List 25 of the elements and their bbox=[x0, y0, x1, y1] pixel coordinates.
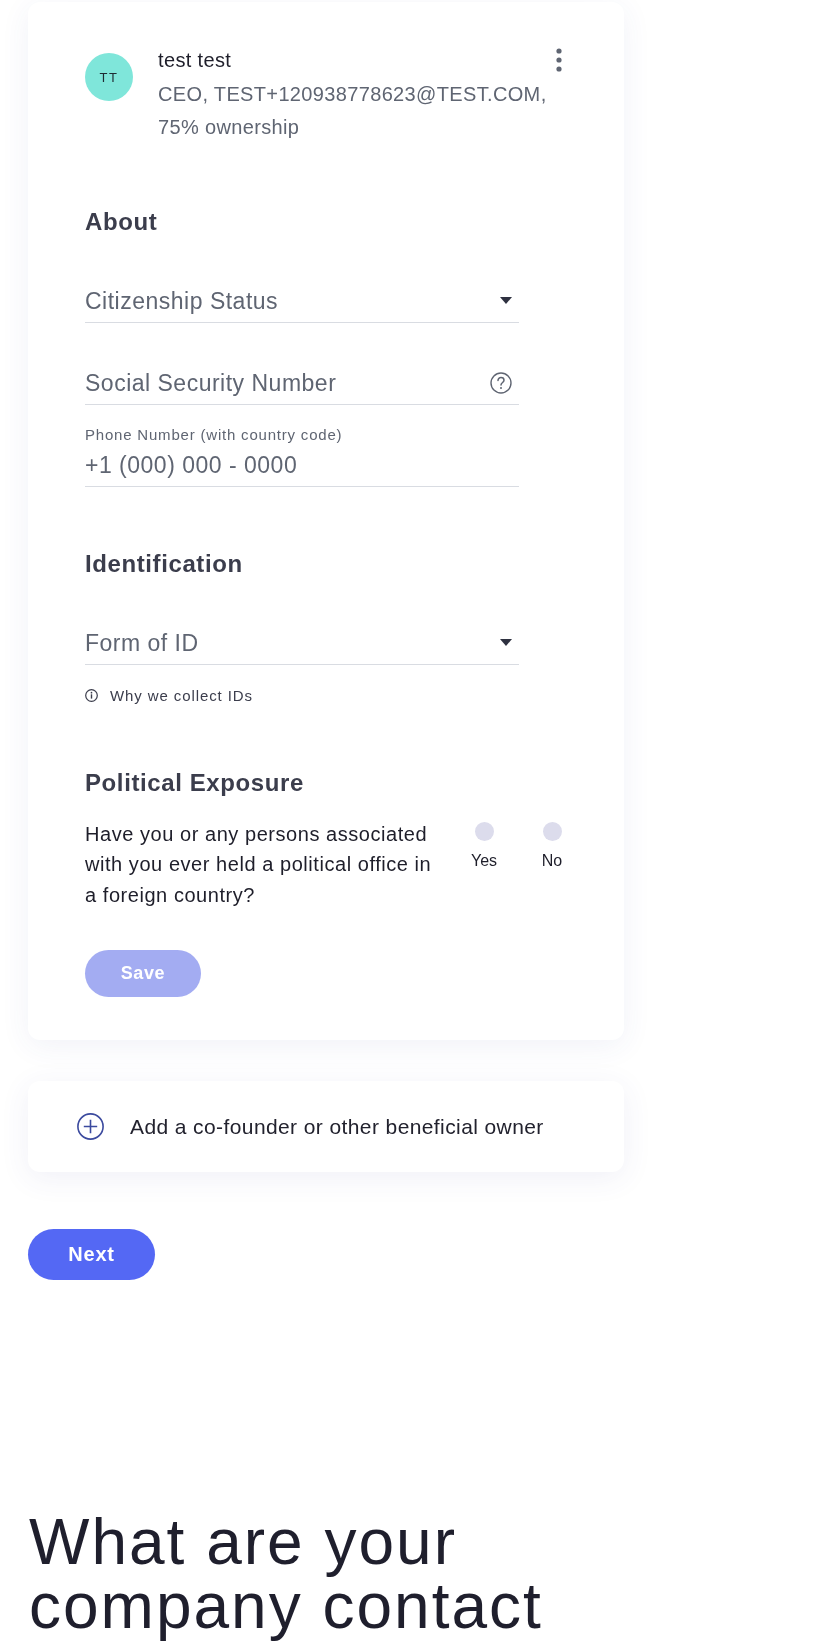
owner-details: CEO, TEST+120938778623@TEST.COM, 75% ownership bbox=[158, 81, 548, 140]
section-heading: Political Exposure bbox=[85, 767, 305, 798]
section-heading: Identification bbox=[85, 548, 244, 579]
next-button[interactable]: Next bbox=[28, 1229, 155, 1280]
more-menu-icon[interactable] bbox=[556, 48, 562, 72]
radio-button[interactable] bbox=[542, 821, 562, 841]
text-field[interactable]: Social Security Number bbox=[85, 367, 519, 405]
radio-button[interactable] bbox=[474, 821, 494, 841]
section-heading: About bbox=[85, 206, 159, 237]
avatar: TT bbox=[85, 53, 133, 101]
plus-icon bbox=[77, 1113, 104, 1140]
owner-name: test test bbox=[158, 48, 233, 73]
caret-icon bbox=[500, 297, 512, 304]
radio-label: Yes bbox=[470, 850, 498, 871]
select-field[interactable]: Citizenship Status bbox=[85, 285, 519, 323]
help-icon[interactable] bbox=[490, 371, 512, 394]
help-link[interactable]: Why we collect IDs bbox=[85, 685, 253, 706]
caret-icon bbox=[500, 639, 512, 646]
add-owner-button[interactable]: Add a co-founder or other beneficial owner bbox=[28, 1081, 624, 1172]
info-icon bbox=[85, 689, 98, 702]
field-label: Phone Number (with country code) bbox=[85, 424, 344, 445]
radio-label: No bbox=[541, 850, 563, 871]
select-field[interactable]: Form of ID bbox=[85, 627, 519, 665]
text-field[interactable]: +1 (000) 000 - 0000 bbox=[85, 449, 519, 487]
question-text: Have you or any persons associated with you ever held a political office in a foreign country? bbox=[85, 821, 433, 908]
